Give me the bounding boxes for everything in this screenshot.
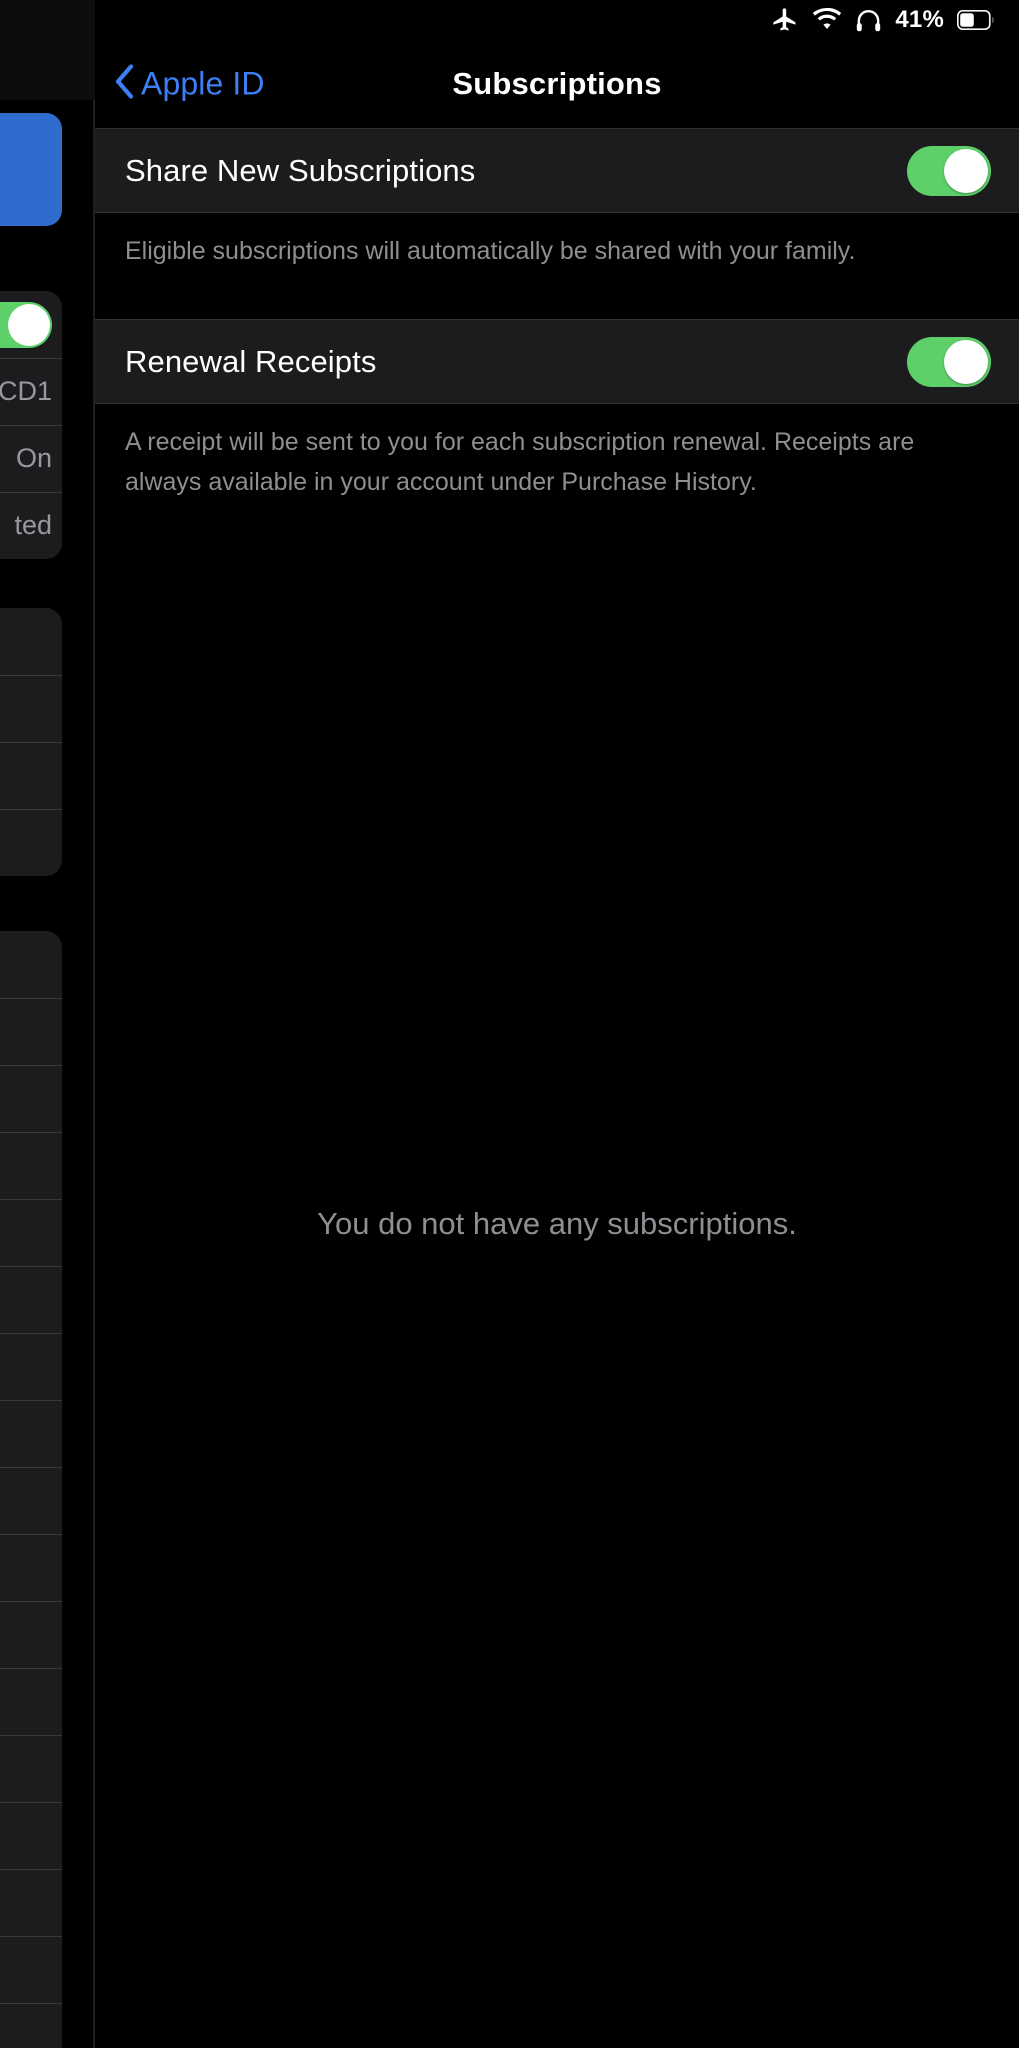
row-label: Share New Subscriptions [125,152,476,188]
renewal-receipts-toggle[interactable] [907,336,991,387]
sidebar-toggle-knob [8,303,50,346]
list-item[interactable] [0,1199,62,1266]
sidebar-group-three [0,931,62,2048]
sidebar-row-value-ted[interactable]: ted [0,492,62,559]
list-item[interactable] [0,1869,62,1936]
list-item[interactable] [0,1467,62,1534]
headphones-icon [855,7,882,34]
sidebar-toggle-switch[interactable] [0,301,52,348]
settings-table: Share New Subscriptions Eligible subscri… [95,128,1019,2048]
sidebar-row-value: CD1 [0,376,52,406]
list-item[interactable] [0,1735,62,1802]
list-item[interactable] [0,1400,62,1467]
row-label: Renewal Receipts [125,343,377,379]
footer-renewal-receipts: A receipt will be sent to you for each s… [125,428,915,496]
battery-icon [957,10,997,30]
list-item[interactable] [0,2003,62,2048]
page-title: Subscriptions [452,66,662,101]
sidebar-group-one: CD1 On ted [0,291,62,559]
detail-pane: 41% Apple ID Subscriptions Share New Sub… [95,0,1019,2048]
settings-sidebar[interactable]: a &... CD1 On ted [0,0,95,2048]
list-item[interactable] [0,742,62,809]
list-item[interactable] [0,1668,62,1735]
row-share-new-subscriptions[interactable]: Share New Subscriptions [95,128,1019,213]
list-item[interactable] [0,1065,62,1132]
sidebar-group-two [0,608,62,876]
footer-share-new-subscriptions: Eligible subscriptions will automaticall… [125,237,856,265]
list-item[interactable] [0,998,62,1065]
status-bar: 41% [95,0,1019,40]
sidebar-selected-primary-label: a [0,131,62,175]
list-item[interactable] [0,809,62,876]
sidebar-selected-secondary-label: &... [0,179,62,209]
list-item[interactable] [0,1132,62,1199]
sidebar-row-value: ted [14,510,52,540]
list-item[interactable] [0,931,62,998]
list-item[interactable] [0,1601,62,1668]
sidebar-row-toggle[interactable] [0,291,62,358]
list-item[interactable] [0,1266,62,1333]
empty-state-message: You do not have any subscriptions. [317,1206,797,1241]
list-item[interactable] [0,608,62,675]
list-item[interactable] [0,1936,62,2003]
share-new-subscriptions-toggle[interactable] [907,145,991,196]
list-item[interactable] [0,1333,62,1400]
screen-root: a &... CD1 On ted [0,0,1019,2048]
list-item[interactable] [0,1534,62,1601]
sidebar-status-gap [0,0,95,100]
battery-percentage: 41% [895,6,944,33]
list-item[interactable] [0,675,62,742]
toggle-knob [944,339,988,384]
sidebar-row-value: On [15,443,52,473]
navigation-bar: Apple ID Subscriptions [95,40,1019,128]
sidebar-row-value-cd1[interactable]: CD1 [0,358,62,425]
wifi-icon [812,8,842,32]
sidebar-item-selected[interactable]: a &... [0,113,62,226]
sidebar-row-value-on[interactable]: On [0,425,62,492]
airplane-icon [771,6,799,34]
list-item[interactable] [0,1802,62,1869]
toggle-knob [944,148,988,193]
row-renewal-receipts[interactable]: Renewal Receipts [95,319,1019,404]
